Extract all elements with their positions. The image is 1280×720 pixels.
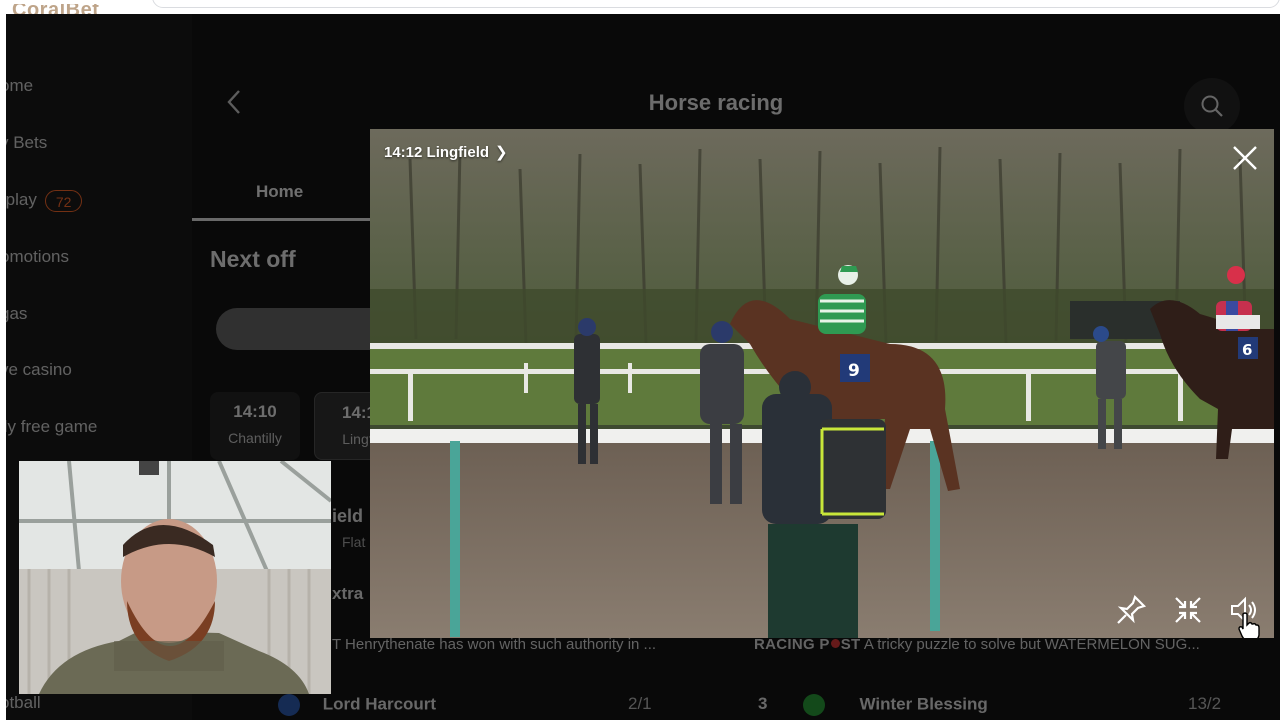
address-bar[interactable]: [152, 0, 1280, 8]
pin-icon[interactable]: [1114, 593, 1148, 627]
news-item[interactable]: T Henrythenate has won with such authori…: [332, 636, 656, 653]
next-off-heading: Next off: [210, 246, 296, 272]
tab-home[interactable]: Home: [256, 182, 303, 202]
race-name-fragment: ield: [332, 506, 364, 526]
runner-row[interactable]: Lord Harcourt 2/1: [278, 694, 652, 720]
page-title: Horse racing: [648, 90, 784, 115]
search-icon: [1201, 95, 1223, 117]
race-venue: Chantilly: [228, 430, 282, 446]
sidebar-item-home[interactable]: ome: [6, 71, 33, 101]
sidebar-item-vegas[interactable]: gas: [6, 299, 27, 329]
video-player[interactable]: 9 6 14:12 Lingfield ❯: [370, 129, 1274, 638]
news-item[interactable]: RACING P ST A tricky puzzle to solve but …: [754, 636, 1200, 653]
news-text: A tricky puzzle to solve but WATERMELON …: [863, 636, 1200, 653]
runner-name: Winter Blessing: [859, 694, 988, 714]
sidebar-item-my-bets[interactable]: y Bets: [6, 128, 47, 158]
sidebar-item-in-play[interactable]: -play 72: [6, 185, 83, 215]
webcam-feed: [19, 461, 331, 694]
tab-active-indicator: [192, 218, 372, 221]
sidebar-item-label: -play: [6, 190, 37, 209]
in-play-count-badge: 72: [44, 189, 83, 212]
news-text: T Henrythenate has won with such authori…: [332, 636, 657, 653]
chevron-right-icon: ❯: [495, 144, 508, 161]
filter-pill[interactable]: [216, 308, 396, 350]
minimize-icon[interactable]: [1171, 593, 1205, 627]
runner-number: 3: [758, 694, 768, 714]
sidebar-item-label: ve casino: [6, 360, 72, 379]
sidebar-item-live-casino[interactable]: ve casino: [6, 355, 72, 385]
brand-logo: CoralBet: [12, 4, 99, 14]
race-title-label: 14:12 Lingfield: [384, 144, 490, 161]
sidebar-item-label: omotions: [6, 247, 69, 266]
browser-chrome: CoralBet: [0, 0, 1280, 14]
runner-odds[interactable]: 2/1: [628, 694, 652, 714]
webcam-overlay: [19, 461, 331, 694]
sidebar-item-label: ome: [6, 76, 34, 95]
sidebar-item-daily-free-game[interactable]: ily free game: [6, 412, 97, 442]
sidebar-item-promotions[interactable]: omotions: [6, 242, 69, 272]
sidebar-item-label: gas: [6, 304, 28, 323]
racing-post-logo: RACING P ST: [754, 636, 861, 653]
cursor-hand-icon: [1238, 612, 1260, 638]
sidebar-item-label: otball: [6, 693, 41, 712]
player-race-title[interactable]: 14:12 Lingfield ❯: [384, 143, 508, 161]
race-type-fragment: Flat: [342, 534, 366, 550]
sidebar-item-label: ily free game: [6, 417, 98, 436]
race-time: 14:10: [233, 402, 277, 421]
jockey-silk-icon: [802, 694, 825, 716]
search-button[interactable]: [1184, 78, 1240, 134]
close-icon[interactable]: [1228, 141, 1262, 175]
runner-row[interactable]: 3 Winter Blessing 13/2: [758, 694, 1221, 720]
saddle-cloth-number: 6: [1242, 341, 1252, 359]
sidebar-item-label: y Bets: [6, 133, 48, 152]
extra-fragment: xtra: [332, 584, 364, 603]
jockey-silk-icon: [278, 694, 300, 716]
runner-name: Lord Harcourt: [322, 694, 437, 714]
race-video-frame: 9 6: [370, 129, 1274, 638]
saddle-cloth-number: 9: [848, 361, 860, 381]
race-card[interactable]: 14:10 Chantilly: [210, 392, 300, 460]
runner-odds[interactable]: 13/2: [1188, 694, 1221, 714]
